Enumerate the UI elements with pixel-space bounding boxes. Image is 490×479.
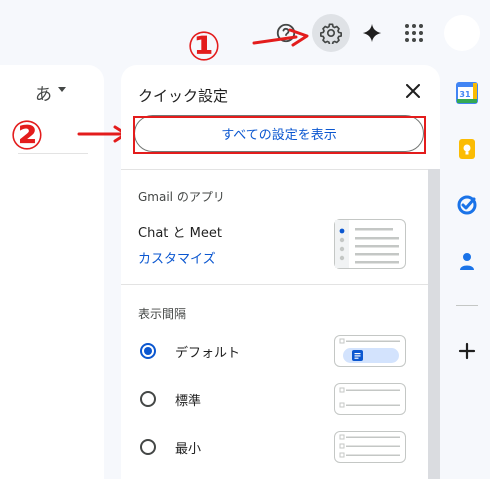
- radio-button[interactable]: [140, 391, 156, 407]
- density-option-label: 最小: [175, 441, 202, 457]
- apps-grid-icon: [405, 24, 423, 42]
- density-option-compact[interactable]: 最小: [140, 437, 201, 457]
- divider: [121, 169, 428, 170]
- density-default-thumbnail[interactable]: [334, 335, 406, 367]
- apps-layout-thumbnail[interactable]: [334, 219, 406, 269]
- density-comfortable-thumbnail[interactable]: [334, 383, 406, 415]
- input-tool-button[interactable]: あ: [35, 80, 52, 105]
- panel-title: クイック設定: [138, 87, 229, 105]
- apps-button[interactable]: [396, 15, 432, 51]
- customize-link[interactable]: カスタマイズ: [138, 248, 216, 267]
- quick-settings-panel: クイック設定 すべての設定を表示 Gmail のアプリ Chat と Meet …: [121, 65, 440, 479]
- annotation-arrow-1: [252, 28, 309, 47]
- avatar[interactable]: [444, 15, 480, 51]
- tasks-icon[interactable]: [456, 194, 478, 216]
- annotation-step-1: ①: [187, 24, 221, 70]
- keep-icon[interactable]: [456, 138, 478, 160]
- radio-button[interactable]: [140, 439, 156, 455]
- settings-button[interactable]: [312, 14, 350, 52]
- annotation-step-2: ②: [10, 113, 44, 159]
- close-icon: [406, 84, 420, 98]
- calendar-day: 31: [459, 90, 471, 99]
- chat-meet-label: Chat と Meet: [138, 226, 222, 241]
- apps-section-title: Gmail のアプリ: [138, 190, 225, 204]
- radio-button[interactable]: [140, 343, 156, 359]
- contacts-icon[interactable]: [456, 250, 478, 272]
- divider: [121, 284, 428, 285]
- gear-icon: [320, 23, 342, 44]
- calendar-icon[interactable]: 31: [456, 82, 478, 104]
- density-option-label: 標準: [175, 393, 202, 409]
- density-option-label: デフォルト: [175, 345, 241, 361]
- close-button[interactable]: [401, 79, 425, 103]
- add-icon[interactable]: [456, 340, 478, 362]
- annotation-highlight-box: [133, 116, 426, 154]
- density-compact-thumbnail[interactable]: [334, 431, 406, 463]
- density-option-default[interactable]: デフォルト: [140, 341, 240, 361]
- density-option-comfortable[interactable]: 標準: [140, 389, 201, 409]
- scrollbar[interactable]: [428, 169, 440, 479]
- chevron-down-icon: [58, 87, 66, 92]
- density-section-title: 表示間隔: [138, 307, 187, 321]
- gemini-button[interactable]: [354, 15, 390, 51]
- divider: [456, 305, 478, 306]
- sparkle-icon: [362, 23, 382, 43]
